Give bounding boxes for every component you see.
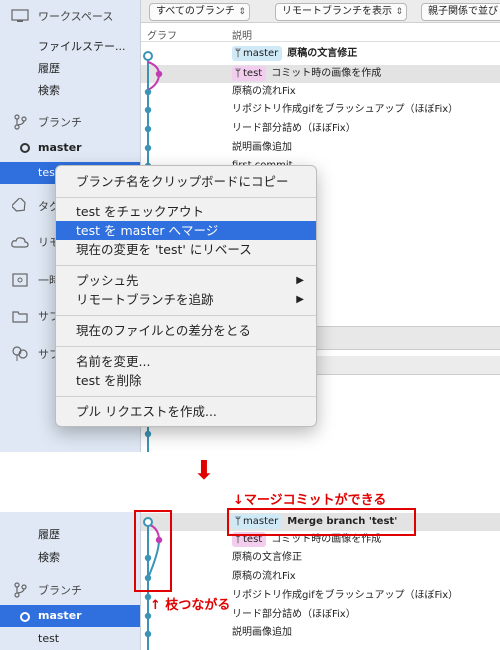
branch-label-test: ᛘ test [232,65,267,81]
commit-list-header: グラフ 説明 [141,23,500,42]
commit-row[interactable]: リード部分詰め（ほぼFix） [232,606,356,624]
branch-label-master: ᛘ master [232,45,283,61]
menu-separator [56,346,316,347]
sidebar-submodules[interactable]: サフ [10,308,60,324]
annotation-merge-commit: ↓マージコミットができる [233,493,387,508]
branch-icon [10,582,30,598]
commit-row[interactable]: リポジトリ作成gifをブラッシュアップ（ほぼFix） [232,101,458,119]
menu-item-diff-against-current[interactable]: 現在のファイルとの差分をとる [56,321,316,340]
current-branch-icon [20,143,30,153]
sidebar-item-search[interactable]: 検索 [38,549,60,565]
sort-order-select[interactable]: 親子関係で並び [421,3,500,21]
commit-message: 原稿の流れFix [232,86,296,97]
sidebar-item-file-status[interactable]: ファイルステー... [38,38,126,54]
commit-message: リポジトリ作成gifをブラッシュアップ（ほぼFix） [232,590,459,601]
sidebar-branch-master-selected[interactable]: master [0,605,140,627]
commit-row[interactable]: 原稿の流れFix [232,83,296,101]
toolbar: すべてのブランチ リモートブランチを表示 親子関係で並び [141,0,500,23]
commit-row[interactable]: リード部分詰め（ほぼFix） [232,120,356,138]
sidebar-remotes[interactable]: リモ [10,234,60,250]
commit-row[interactable]: ᛘ test コミット時の画像を作成 [232,65,381,83]
top-screenshot: ワークスペース ファイルステー... 履歴 検索 ブランチ master tes… [0,0,500,452]
branch-icon: ᛘ [235,47,241,59]
commit-message: リポジトリ作成gifをブラッシュアップ（ほぼFix） [232,104,459,115]
commit-message: 原稿の文言修正 [287,48,358,59]
sidebar-branches-label: ブランチ [38,584,82,597]
menu-item-push-to[interactable]: プッシュ先 ▶ [56,271,316,290]
menu-item-push-to-label: プッシュ先 [76,273,139,288]
sidebar-workspace-label: ワークスペース [38,10,114,23]
folder-icon [10,308,30,324]
annotation-branch-connected: ↑ 枝つながる [150,598,231,613]
submenu-arrow-icon: ▶ [296,294,304,305]
commit-row[interactable]: 原稿の流れFix [232,568,296,586]
remote-branch-select[interactable]: リモートブランチを表示 [275,3,407,21]
commit-row[interactable]: 説明画像追加 [232,139,292,157]
cloud-icon [10,234,30,250]
menu-item-rename[interactable]: 名前を変更... [56,352,316,371]
current-branch-icon [20,612,30,622]
sidebar-branches-label: ブランチ [38,116,82,129]
commit-row[interactable]: 原稿の文言修正 [232,549,302,567]
commit-message: 説明画像追加 [232,627,292,638]
menu-item-checkout-test[interactable]: test をチェックアウト [56,202,316,221]
sidebar-item-history[interactable]: 履歴 [38,526,60,542]
branch-filter-select[interactable]: すべてのブランチ [149,3,250,21]
menu-separator [56,396,316,397]
tag-icon [10,198,30,214]
highlight-merge-commit-box [227,508,416,536]
branch-label-test-text: test [243,67,263,79]
commit-message: 原稿の文言修正 [232,552,302,563]
sidebar-branch-master-label: master [38,141,82,154]
highlight-graph-box [134,510,172,592]
menu-item-track-remote-label: リモートブランチを追跡 [76,292,214,307]
sidebar-tags[interactable]: タグ [10,198,60,214]
transition-arrow-icon: ⬇ [193,456,215,486]
commit-message: リード部分詰め（ほぼFix） [232,609,356,620]
sidebar-branch-test[interactable]: test [38,632,59,645]
commit-row[interactable]: ᛘ master 原稿の文言修正 [232,45,357,63]
branch-icon: ᛘ [235,67,241,79]
sidebar-branches[interactable]: ブランチ [10,582,82,598]
menu-item-rebase-onto-test[interactable]: 現在の変更を 'test' にリベース [56,240,316,259]
commit-message: 原稿の流れFix [232,571,296,582]
menu-separator [56,265,316,266]
sidebar: 履歴 検索 ブランチ master test [0,512,141,650]
branch-label-master-text: master [243,47,279,59]
submenu-arrow-icon: ▶ [296,275,304,286]
sidebar-branches[interactable]: ブランチ [10,114,82,130]
branch-icon [10,114,30,130]
sidebar-subtrees[interactable]: サフ [10,346,60,362]
sidebar-branch-master[interactable]: master [20,141,82,154]
commit-message: リード部分詰め（ほぼFix） [232,123,356,134]
menu-item-create-pull-request[interactable]: プル リクエストを作成... [56,402,316,421]
subtree-icon [10,346,30,362]
commit-row[interactable]: リポジトリ作成gifをブラッシュアップ（ほぼFix） [232,587,458,605]
context-menu: ブランチ名をクリップボードにコピー test をチェックアウト test を m… [55,165,317,427]
commit-row[interactable]: 説明画像追加 [232,624,292,642]
menu-item-copy-branch-name[interactable]: ブランチ名をクリップボードにコピー [56,172,316,191]
menu-item-track-remote[interactable]: リモートブランチを追跡 ▶ [56,290,316,309]
sidebar-stashes[interactable]: 一時 [10,272,60,288]
menu-separator [56,315,316,316]
menu-item-merge-test-into-master[interactable]: test を master へマージ [56,221,316,240]
menu-item-delete-test[interactable]: test を削除 [56,371,316,390]
sidebar-item-search[interactable]: 検索 [38,82,60,98]
commit-message: コミット時の画像を作成 [271,68,382,79]
column-header-graph[interactable]: グラフ [147,27,177,42]
sidebar-item-history[interactable]: 履歴 [38,60,60,76]
menu-separator [56,197,316,198]
column-header-description[interactable]: 説明 [232,27,252,42]
sidebar-branch-master-label: master [38,609,82,622]
stash-icon [10,272,30,288]
monitor-icon [10,8,30,24]
sidebar-workspace[interactable]: ワークスペース [10,8,113,24]
commit-message: 説明画像追加 [232,142,292,153]
